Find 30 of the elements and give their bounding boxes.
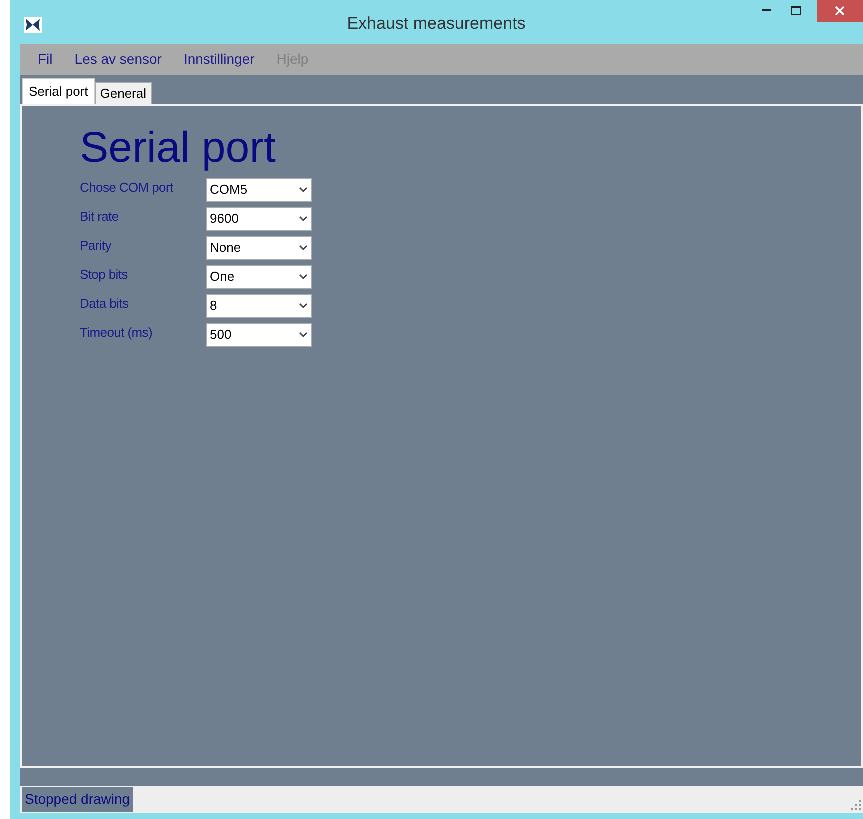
setting-label: Timeout (ms) xyxy=(80,324,154,342)
chevron-down-icon xyxy=(299,303,308,309)
resize-grip-icon xyxy=(851,800,861,810)
close-icon xyxy=(835,6,845,16)
dropdown[interactable]: 8 xyxy=(206,294,312,318)
dropdown[interactable]: 500 xyxy=(206,323,312,347)
chevron-down-icon xyxy=(299,274,308,280)
dropdown[interactable]: 9600 xyxy=(206,207,312,231)
page-heading: Serial port xyxy=(80,123,277,174)
setting-label: Stop bits xyxy=(80,266,129,284)
setting-label: Chose COM port xyxy=(80,179,174,197)
menu-item[interactable]: Fil xyxy=(38,49,53,70)
butterfly-icon xyxy=(24,17,42,33)
chevron-down-icon xyxy=(299,245,308,251)
menu-item[interactable]: Les av sensor xyxy=(74,49,162,70)
dropdown[interactable]: COM5 xyxy=(206,178,312,202)
chevron-down-icon xyxy=(299,216,308,222)
chevron-down-icon xyxy=(299,187,308,193)
window-title: Exhaust measurements xyxy=(347,13,526,36)
setting-label: Data bits xyxy=(80,295,130,313)
status-text: Stopped drawing xyxy=(22,787,134,812)
chevron-down-icon xyxy=(299,332,308,338)
menu-item[interactable]: Innstillinger xyxy=(184,49,255,70)
dropdown[interactable]: One xyxy=(206,265,312,289)
tab[interactable]: Serial port xyxy=(22,78,96,104)
setting-label: Bit rate xyxy=(80,208,120,226)
tab[interactable]: General xyxy=(95,82,152,104)
close-button[interactable] xyxy=(817,0,863,22)
dropdown[interactable]: None xyxy=(206,236,312,260)
setting-label: Parity xyxy=(80,237,113,255)
